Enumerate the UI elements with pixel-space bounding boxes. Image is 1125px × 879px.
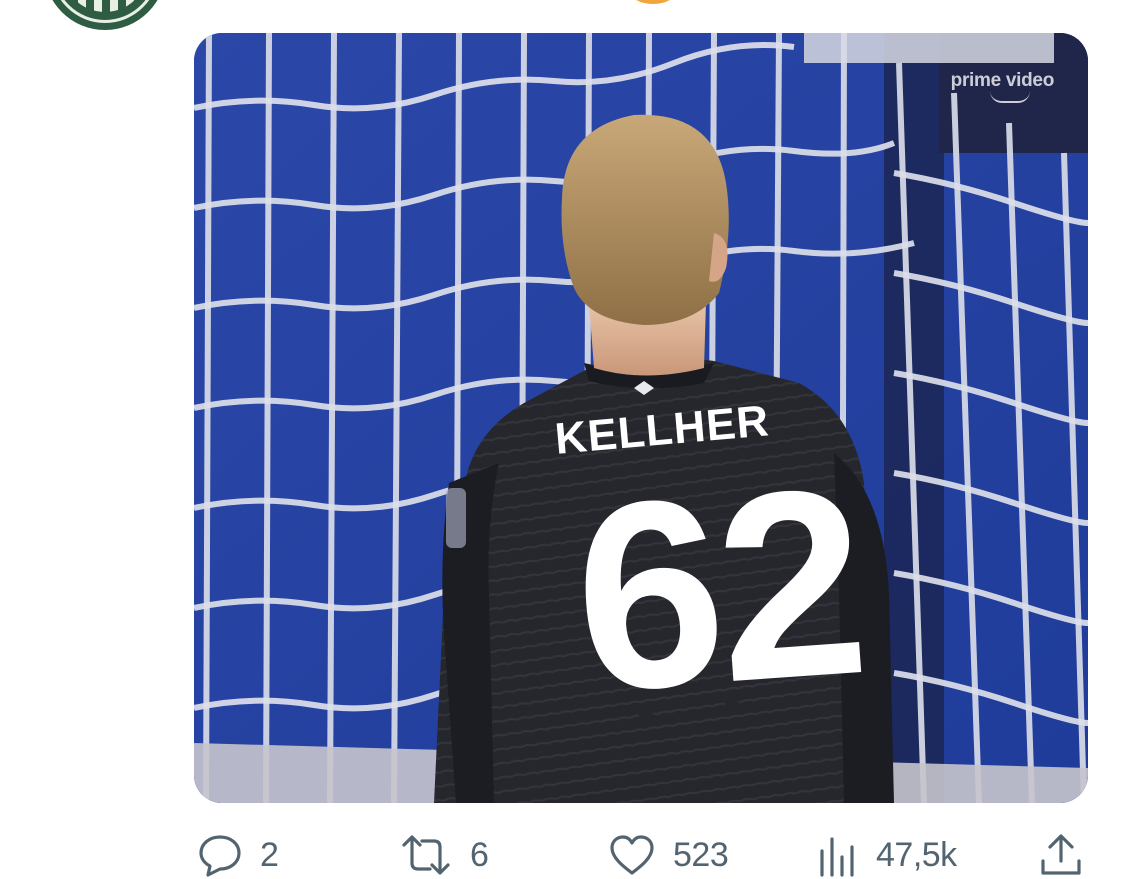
prime-video-watermark: prime video — [950, 70, 1055, 91]
player-hair — [561, 114, 729, 325]
emoji-icon — [630, 0, 676, 4]
share-icon — [1038, 831, 1084, 879]
views-icon — [816, 831, 860, 879]
repost-icon — [398, 831, 454, 879]
jersey-number: 62 — [565, 432, 870, 749]
tweet-media-image[interactable]: KELLHER 62 prime video — [194, 33, 1088, 803]
views-count: 47,5k — [876, 835, 957, 874]
reply-count: 2 — [260, 835, 279, 874]
repost-count: 6 — [470, 835, 489, 874]
sleeve-badge — [446, 488, 466, 548]
reply-icon — [196, 831, 244, 879]
reply-button[interactable]: 2 — [196, 825, 279, 879]
repost-button[interactable]: 6 — [398, 825, 489, 879]
author-avatar[interactable] — [44, 0, 166, 30]
prime-video-smile-icon — [990, 91, 1030, 103]
share-button[interactable] — [1038, 825, 1084, 879]
like-icon — [607, 831, 657, 879]
tweet-page: KELLHER 62 prime video 2 6 523 47,5k — [0, 0, 1125, 879]
like-button[interactable]: 523 — [607, 825, 729, 879]
goal-post-shadow — [884, 33, 944, 803]
views-button[interactable]: 47,5k — [816, 825, 957, 879]
tweet-action-bar: 2 6 523 47,5k — [0, 825, 1125, 879]
like-count: 523 — [673, 835, 729, 874]
